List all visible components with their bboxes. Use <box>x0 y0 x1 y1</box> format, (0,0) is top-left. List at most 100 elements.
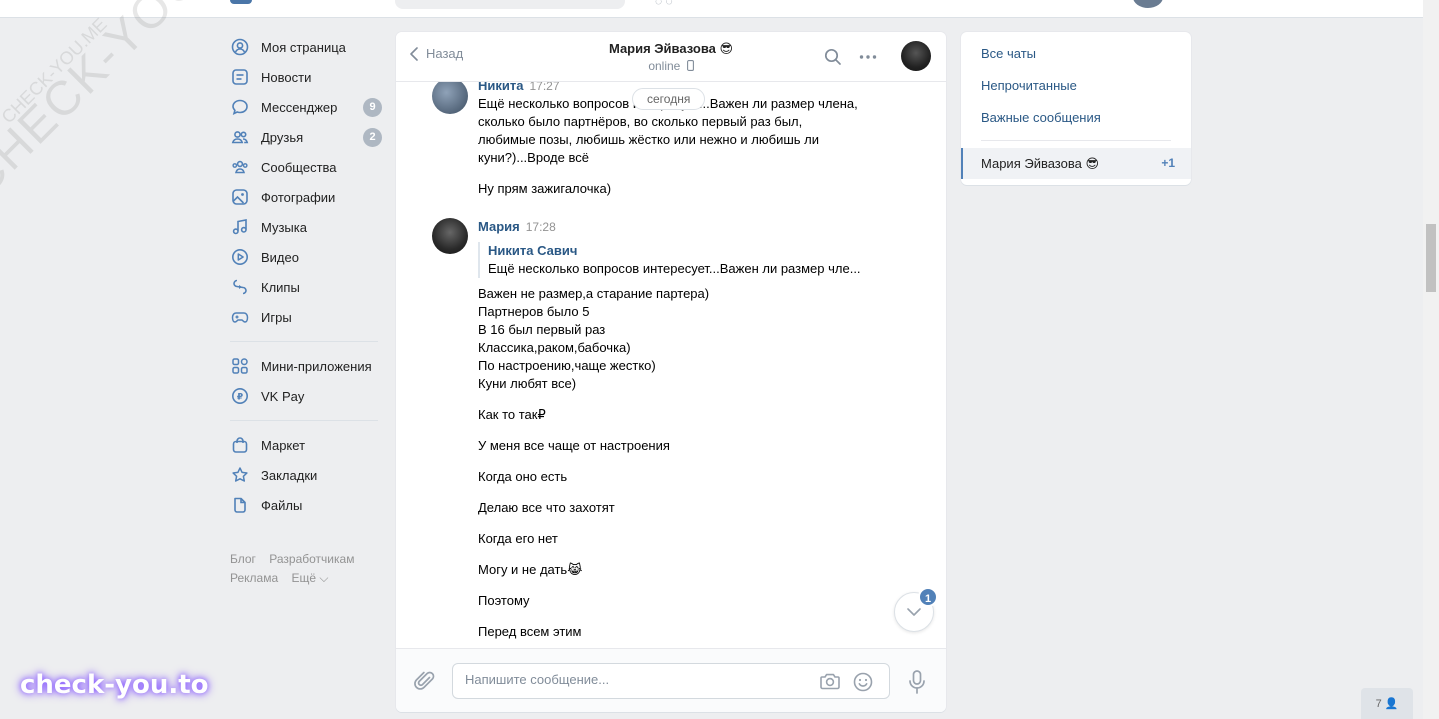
nav-item-market[interactable]: Маркет <box>230 430 385 460</box>
message-text: куни?)...Вроде всё <box>478 150 589 165</box>
message-text: Важен не размер,а старание партера) <box>478 286 710 301</box>
active-chat-item[interactable]: Мария Эйвазова 😎 +1 <box>961 148 1191 179</box>
message-text: В 16 был первый раз <box>478 322 606 337</box>
message-author[interactable]: Никита 17:27 <box>478 82 560 93</box>
page-scrollbar[interactable] <box>1423 0 1439 719</box>
apps-icon <box>230 356 250 376</box>
avatar[interactable] <box>432 218 468 254</box>
messenger-count-badge: 9 <box>363 98 382 117</box>
search-input[interactable] <box>395 0 625 9</box>
nav-item-news[interactable]: Новости <box>230 62 385 92</box>
nav-label: Видео <box>261 249 299 265</box>
nav-label: Закладки <box>261 467 318 483</box>
forwarded-author: Никита Савич <box>488 243 578 258</box>
footer-ads-link[interactable]: Реклама <box>230 571 278 585</box>
footer-more-link[interactable]: Ещё ⌵ <box>291 571 328 585</box>
profile-avatar[interactable] <box>1133 0 1163 8</box>
filter-divider <box>981 140 1171 141</box>
people-online-widget[interactable]: 7 👤 <box>1361 688 1413 719</box>
nav-label: Файлы <box>261 497 303 513</box>
nav-item-vk-pay[interactable]: ₽ VK Pay <box>230 381 385 411</box>
communities-icon <box>230 157 250 177</box>
friends-count-badge: 2 <box>363 128 382 147</box>
avatar[interactable] <box>432 82 468 114</box>
nav-item-photos[interactable]: Фотографии <box>230 182 385 212</box>
nav-label: Игры <box>261 309 292 325</box>
watermark-bottom: check-you.to <box>20 670 209 700</box>
message-text: Когда его нет <box>478 531 558 546</box>
nav-item-music[interactable]: Музыка <box>230 212 385 242</box>
nav-label: Новости <box>261 69 312 85</box>
chevron-down-icon <box>907 608 921 616</box>
message-text: Могу и не дать😹 <box>478 562 583 577</box>
message-text: Как то так₽ <box>478 407 546 422</box>
chat-header: Назад Мария Эйвазова 😎 online <box>396 32 946 82</box>
smile-icon[interactable] <box>852 671 874 693</box>
nav-item-bookmarks[interactable]: Закладки <box>230 460 385 490</box>
message-text: У меня все чаще от настроения <box>478 438 670 453</box>
active-chat-counter: +1 <box>1161 156 1175 170</box>
nav-label: Клипы <box>261 279 300 295</box>
vk-logo-icon[interactable] <box>230 0 252 4</box>
nav-item-mini-apps[interactable]: Мини-приложения <box>230 351 385 381</box>
day-badge: сегодня <box>632 88 706 110</box>
friends-icon <box>230 127 250 147</box>
search-icon[interactable] <box>824 48 842 66</box>
message-time: 17:27 <box>529 82 560 93</box>
nav-divider <box>230 420 378 421</box>
nav-label: Музыка <box>261 219 307 235</box>
peer-avatar[interactable] <box>901 41 931 71</box>
message-text: Делаю все что захотят <box>478 500 615 515</box>
nav-item-files[interactable]: Файлы <box>230 490 385 520</box>
author-name: Никита <box>478 82 524 93</box>
bookmark-icon <box>230 465 250 485</box>
author-name: Мария <box>478 219 520 234</box>
footer-blog-link[interactable]: Блог <box>230 552 256 566</box>
nav-item-my-page[interactable]: Моя страница <box>230 32 385 62</box>
peer-status-text: online <box>648 59 681 73</box>
forwarded-message[interactable]: Никита Савич Ещё несколько вопросов инте… <box>478 242 861 278</box>
nav-item-messenger[interactable]: Мессенджер 9 <box>230 92 385 122</box>
message-author[interactable]: Мария 17:28 <box>478 219 556 234</box>
mobile-phone-icon <box>686 60 694 71</box>
message-text: Когда оно есть <box>478 469 568 484</box>
scrollbar-thumb[interactable] <box>1426 224 1436 292</box>
clips-icon <box>230 277 250 297</box>
svg-text:₽: ₽ <box>237 393 243 403</box>
nav-label: Фотографии <box>261 189 336 205</box>
more-icon[interactable] <box>859 48 877 66</box>
file-icon <box>230 495 250 515</box>
nav-item-video[interactable]: Видео <box>230 242 385 272</box>
footer-devs-link[interactable]: Разработчикам <box>269 552 354 566</box>
chat-panel: Назад Мария Эйвазова 😎 online сегодня Ни… <box>396 32 946 712</box>
message-text: любимые позы, любишь жёстко или нежно и … <box>478 132 820 147</box>
nav-item-communities[interactable]: Сообщества <box>230 152 385 182</box>
filter-important[interactable]: Важные сообщения <box>981 110 1101 125</box>
nav-label: Сообщества <box>261 159 337 175</box>
vkpay-icon: ₽ <box>230 386 250 406</box>
video-icon <box>230 247 250 267</box>
music-icon <box>230 217 250 237</box>
message-input[interactable] <box>465 672 805 687</box>
gamepad-icon <box>230 307 250 327</box>
nav-item-clips[interactable]: Клипы <box>230 272 385 302</box>
camera-icon[interactable] <box>819 671 841 691</box>
unread-count-badge: 1 <box>918 587 938 607</box>
notification-icon[interactable]: ◌ ◌ <box>655 0 673 8</box>
market-icon <box>230 435 250 455</box>
message-text: Поэтому <box>478 593 530 608</box>
filter-all-chats[interactable]: Все чаты <box>981 46 1036 61</box>
photo-icon <box>230 187 250 207</box>
nav-divider <box>230 341 378 342</box>
message-text: сколько было партнёров, во сколько первы… <box>478 114 803 129</box>
message-input-box[interactable] <box>452 663 890 699</box>
nav-label: VK Pay <box>261 388 305 404</box>
nav-item-games[interactable]: Игры <box>230 302 385 332</box>
nav-label: Мини-приложения <box>261 358 372 374</box>
paperclip-icon[interactable] <box>414 669 436 693</box>
message-history: сегодня Никита 17:27 Ещё несколько вопрос… <box>396 82 946 648</box>
nav-item-friends[interactable]: Друзья 2 <box>230 122 385 152</box>
microphone-icon[interactable] <box>908 669 926 695</box>
message-text: Партнеров было 5 <box>478 304 590 319</box>
filter-unread[interactable]: Непрочитанные <box>981 78 1077 93</box>
